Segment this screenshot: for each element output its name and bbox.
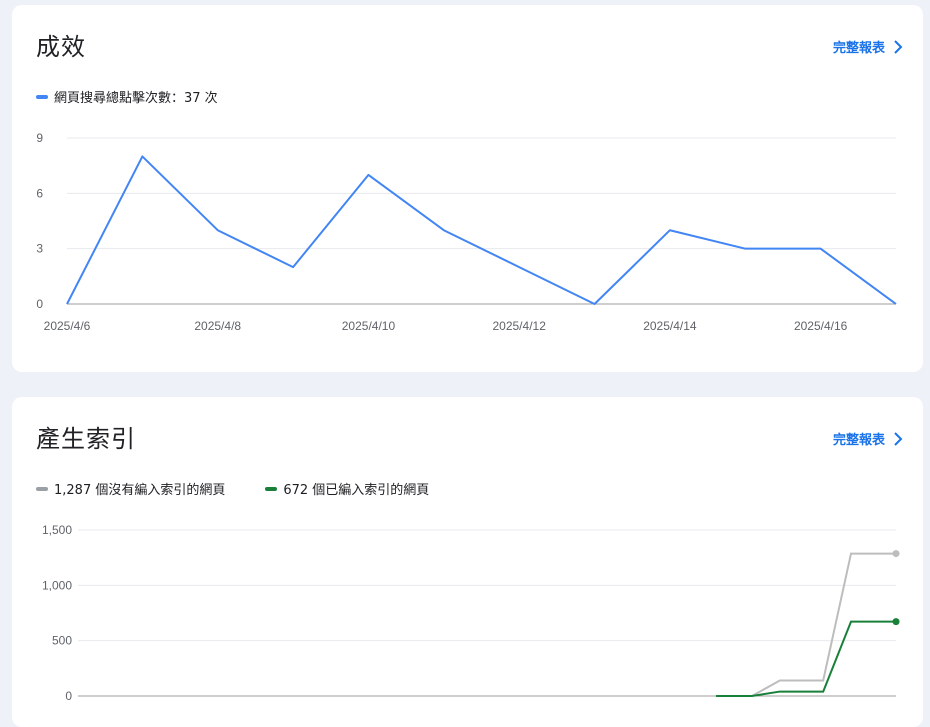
x-tick-label: 2025/4/10: [342, 319, 396, 333]
y-tick-label: 1,000: [42, 578, 72, 592]
y-tick-label: 500: [52, 634, 72, 648]
performance-card: 成效 完整報表 網頁搜尋總點擊次數：37 次 0 3 6 9 2025/4/6 2025/…: [12, 5, 923, 372]
x-tick-label: 2025/4/12: [492, 319, 546, 333]
y-tick-label: 9: [36, 131, 43, 145]
series-line-clicks: [66, 155, 897, 305]
performance-chart: 0 3 6 9 2025/4/6 2025/4/8 2025/4/10 2025/4/12 20…: [36, 131, 897, 333]
x-tick-label: 2025/4/8: [194, 319, 241, 333]
end-point-indexed: [892, 618, 900, 626]
y-tick-label: 6: [36, 186, 43, 200]
series-line-not-indexed: [716, 552, 896, 697]
x-tick-label: 2025/4/6: [44, 319, 91, 333]
y-tick-label: 0: [36, 297, 43, 311]
y-tick-label: 0: [65, 689, 72, 703]
x-tick-label: 2025/4/14: [643, 319, 697, 333]
y-tick-label: 1,500: [42, 523, 72, 537]
indexing-chart: 0 500 1,000 1,500: [42, 523, 900, 703]
end-point-not-indexed: [892, 550, 900, 558]
series-line-indexed: [716, 620, 896, 697]
x-tick-label: 2025/4/16: [794, 319, 848, 333]
indexing-card: 產生索引 完整報表 1,287 個沒有編入索引的網頁 672 個已編入索引的網頁…: [12, 397, 923, 727]
y-tick-label: 3: [36, 242, 43, 256]
